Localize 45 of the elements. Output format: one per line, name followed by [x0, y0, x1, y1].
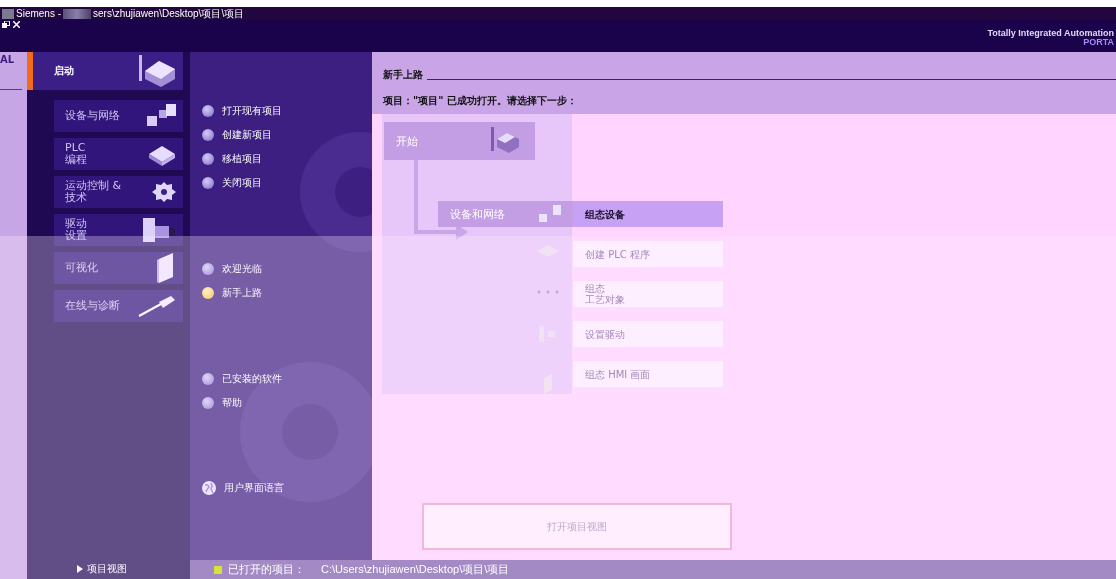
- portal-nav-item[interactable]: 运动控制 & 技术: [54, 176, 183, 208]
- action-link[interactable]: 打开现有项目: [202, 103, 282, 119]
- stairs-icon: [491, 127, 521, 155]
- action-link[interactable]: 移植项目: [202, 151, 282, 167]
- action-link[interactable]: 欢迎光临: [202, 261, 262, 277]
- portal-nav-item[interactable]: 设备与网络: [54, 100, 183, 132]
- portal-nav-item[interactable]: 在线与诊断: [54, 290, 183, 322]
- brand-title: Totally Integrated Automation: [987, 29, 1114, 38]
- window-title-path: sers\zhujiawen\Desktop\项目\项目: [93, 6, 245, 21]
- screwdriver-icon: [137, 294, 177, 318]
- status-path: C:\Users\zhujiawen\Desktop\项目\项目: [321, 562, 510, 577]
- portal-nav-item[interactable]: PLC 编程: [54, 138, 183, 170]
- portal-nav-item[interactable]: 驱动 设置: [54, 214, 183, 246]
- redaction-smudge: [63, 8, 91, 19]
- cubes-icon: [145, 104, 177, 128]
- action-link[interactable]: 关闭项目: [202, 175, 282, 191]
- action-link[interactable]: 帮助: [202, 395, 282, 411]
- status-label: 已打开的项目：: [228, 562, 305, 577]
- portal-nav-item[interactable]: 启动: [27, 52, 183, 90]
- restore-icon[interactable]: [2, 21, 10, 28]
- project-view-link[interactable]: 项目视图: [27, 560, 190, 579]
- portal-label: AL: [0, 54, 16, 65]
- step-option[interactable]: 组态 HMI 画面: [573, 361, 723, 387]
- brand-subtitle: PORTA: [1083, 38, 1114, 47]
- device-network-step: 设备和网络: [438, 201, 573, 227]
- drive-motor-icon: [141, 216, 177, 244]
- portal-nav-item[interactable]: 可视化: [54, 252, 183, 284]
- action-link[interactable]: 用户界面语言: [202, 480, 284, 496]
- step-option[interactable]: 组态设备: [573, 201, 723, 227]
- step-option[interactable]: 组态 工艺对象: [573, 281, 723, 307]
- gear-icon: [151, 181, 177, 203]
- status-message: 项目："项目" 已成功打开。请选择下一步：: [382, 94, 578, 108]
- action-link[interactable]: 已安装的软件: [202, 371, 282, 387]
- app-logo-icon: [2, 8, 14, 19]
- action-link[interactable]: 新手上路: [202, 285, 262, 301]
- project-icon: [214, 565, 222, 574]
- start-step: 开始: [384, 122, 535, 160]
- caret-icon: [77, 564, 83, 573]
- window-title: Siemens -: [16, 8, 61, 19]
- step-option[interactable]: 创建 PLC 程序: [573, 241, 723, 267]
- step-option[interactable]: 设置驱动: [573, 321, 723, 347]
- stairs-icon: [137, 55, 177, 87]
- section-heading: 新手上路: [383, 68, 423, 82]
- close-icon[interactable]: [13, 21, 20, 28]
- action-link[interactable]: 创建新项目: [202, 127, 282, 143]
